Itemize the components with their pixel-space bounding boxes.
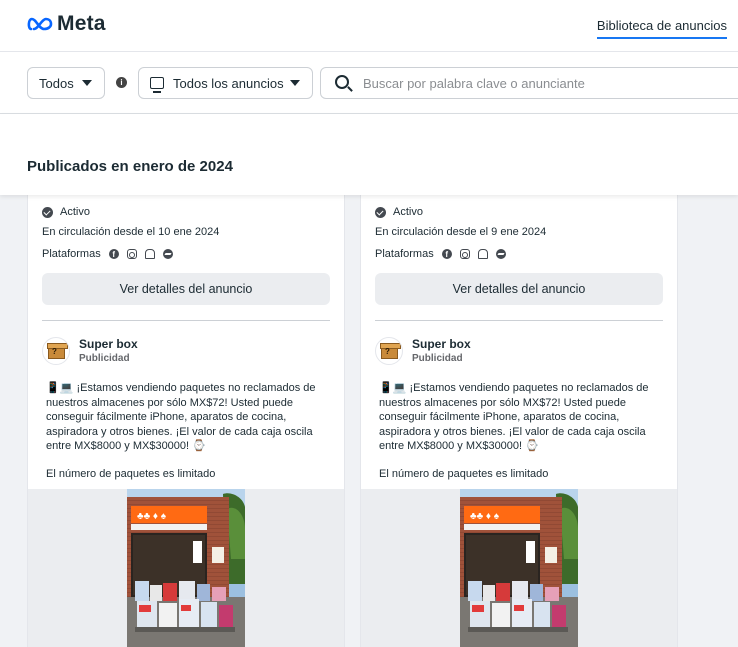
svg-text:♣♣ ♦ ♠: ♣♣ ♦ ♠: [137, 511, 167, 522]
meta-logo[interactable]: Meta: [27, 12, 106, 36]
check-circle-icon: [42, 206, 53, 218]
advertiser-avatar[interactable]: ?: [375, 337, 403, 365]
box-icon: ?: [380, 343, 401, 359]
ad-image[interactable]: ♣♣ ♦ ♠: [127, 489, 245, 647]
ad-media: ♣♣ ♦ ♠: [361, 489, 677, 647]
sponsored-label: Publicidad: [79, 353, 130, 364]
running-since: En circulación desde el 10 ene 2024: [42, 226, 220, 238]
status-badge: Activo: [42, 206, 90, 218]
ad-body-text-2: El número de paquetes es limitado: [379, 468, 549, 480]
status-label: Activo: [60, 206, 90, 218]
instagram-icon: [126, 249, 137, 259]
caret-down-icon: [290, 80, 300, 86]
ad-card: Activo En circulación desde el 9 ene 202…: [361, 195, 677, 647]
messenger-icon: [495, 249, 506, 259]
tv-icon: [150, 77, 164, 93]
brand-name: Meta: [57, 12, 106, 35]
ad-library-link[interactable]: Biblioteca de anuncios: [596, 18, 727, 39]
platforms-row: Plataformas f: [375, 248, 514, 260]
messenger-icon: [162, 249, 173, 259]
advertiser-name[interactable]: Super box: [412, 337, 471, 351]
view-ad-details-button[interactable]: Ver detalles del anuncio: [375, 273, 663, 305]
svg-text:♣♣ ♦ ♠: ♣♣ ♦ ♠: [470, 511, 500, 522]
facebook-icon: f: [441, 249, 452, 259]
top-bar: Meta Biblioteca de anuncios: [0, 0, 738, 52]
advertiser-name[interactable]: Super box: [79, 337, 138, 351]
audience-network-icon: [477, 249, 488, 259]
advertiser-avatar[interactable]: ?: [42, 337, 70, 365]
status-label: Activo: [393, 206, 423, 218]
status-badge: Activo: [375, 206, 423, 218]
divider: [42, 320, 330, 321]
caret-down-icon: [82, 80, 92, 86]
category-dropdown-label: Todos: [39, 75, 74, 91]
category-dropdown[interactable]: Todos: [27, 67, 105, 99]
search-icon: [335, 75, 349, 89]
sponsored-label: Publicidad: [412, 353, 463, 364]
platforms-label: Plataformas: [42, 248, 101, 260]
view-ad-details-button[interactable]: Ver detalles del anuncio: [42, 273, 330, 305]
divider: [375, 320, 663, 321]
results-section-header: Publicados en enero de 2024: [0, 114, 738, 195]
box-icon: ?: [47, 343, 68, 359]
info-icon[interactable]: i: [116, 77, 127, 88]
ad-image[interactable]: ♣♣ ♦ ♠: [460, 489, 578, 647]
ad-type-dropdown[interactable]: Todos los anuncios: [138, 67, 313, 99]
ad-body-text-2: El número de paquetes es limitado: [46, 468, 216, 480]
search-input[interactable]: [363, 73, 733, 93]
section-title: Publicados en enero de 2024: [27, 158, 233, 175]
ad-type-dropdown-label: Todos los anuncios: [173, 75, 284, 91]
ad-body-text: 📱💻 ¡Estamos vendiendo paquetes no reclam…: [46, 382, 316, 452]
ad-media: ♣♣ ♦ ♠: [28, 489, 344, 647]
ad-card: Activo En circulación desde el 10 ene 20…: [28, 195, 344, 647]
search-box: [320, 67, 738, 99]
facebook-icon: f: [108, 249, 119, 259]
check-circle-icon: [375, 206, 386, 218]
filter-bar: Todos i Todos los anuncios: [0, 52, 738, 114]
running-since: En circulación desde el 9 ene 2024: [375, 226, 547, 238]
meta-infinity-icon: [27, 17, 53, 31]
platforms-row: Plataformas f: [42, 248, 181, 260]
ad-body-text: 📱💻 ¡Estamos vendiendo paquetes no reclam…: [379, 382, 649, 452]
platforms-label: Plataformas: [375, 248, 434, 260]
audience-network-icon: [144, 249, 155, 259]
instagram-icon: [459, 249, 470, 259]
